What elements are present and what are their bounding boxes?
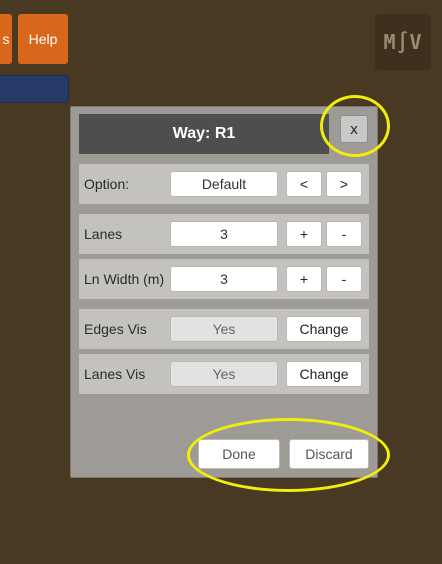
- option-prev-button[interactable]: <: [286, 171, 322, 197]
- edges-vis-label: Edges Vis: [84, 321, 147, 337]
- partial-button[interactable]: s: [0, 14, 12, 64]
- lanes-vis-change-button[interactable]: Change: [286, 361, 362, 387]
- lane-width-label: Ln Width (m): [84, 271, 165, 287]
- app-logo: M∫V: [375, 14, 431, 70]
- edges-vis-value: Yes: [170, 316, 278, 342]
- help-button[interactable]: Help: [18, 14, 68, 64]
- lanes-vis-value: Yes: [170, 361, 278, 387]
- lanes-label: Lanes: [84, 226, 123, 242]
- option-next-button[interactable]: >: [326, 171, 362, 197]
- close-highlight-ellipse: [320, 95, 390, 157]
- help-button-label: Help: [28, 31, 58, 47]
- dialog-titlebar: Way: R1: [79, 114, 329, 154]
- lanes-value-field[interactable]: 3: [170, 221, 278, 247]
- lanes-vis-label: Lanes Vis: [84, 366, 146, 382]
- lanes-increment-button[interactable]: +: [286, 221, 322, 247]
- option-value-field[interactable]: Default: [170, 171, 278, 197]
- app-logo-text: M∫V: [383, 30, 423, 54]
- option-label: Option:: [84, 176, 130, 192]
- lane-width-increment-button[interactable]: +: [286, 266, 322, 292]
- lanes-decrement-button[interactable]: -: [326, 221, 362, 247]
- edges-vis-change-button[interactable]: Change: [286, 316, 362, 342]
- blue-status-bar[interactable]: [0, 75, 69, 103]
- lane-width-value-field[interactable]: 3: [170, 266, 278, 292]
- actions-highlight-ellipse: [187, 418, 390, 492]
- lane-width-decrement-button[interactable]: -: [326, 266, 362, 292]
- partial-button-label: s: [2, 31, 10, 47]
- dialog-title: Way: R1: [172, 125, 236, 142]
